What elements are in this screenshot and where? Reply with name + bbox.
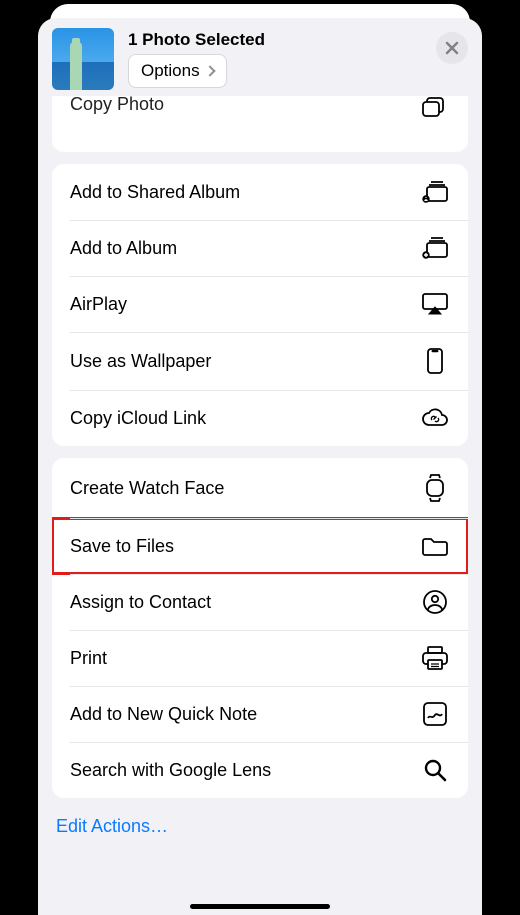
action-label: Assign to Contact <box>70 592 211 613</box>
quick-note-icon <box>420 702 450 726</box>
action-save-to-files[interactable]: Save to Files <box>52 518 468 574</box>
contact-icon <box>420 590 450 614</box>
action-label: Use as Wallpaper <box>70 351 211 372</box>
action-copy-photo[interactable]: Copy Photo <box>52 96 468 152</box>
action-add-album[interactable]: Add to Album <box>52 220 468 276</box>
chevron-right-icon <box>204 65 215 76</box>
edit-actions-label: Edit Actions… <box>56 816 168 836</box>
action-group-0: Copy Photo <box>52 96 468 152</box>
home-indicator[interactable] <box>190 904 330 909</box>
action-assign-to-contact[interactable]: Assign to Contact <box>52 574 468 630</box>
options-button[interactable]: Options <box>128 54 227 88</box>
selected-photo-thumbnail[interactable] <box>52 28 114 90</box>
action-label: Add to Album <box>70 238 177 259</box>
action-label: AirPlay <box>70 294 127 315</box>
options-label: Options <box>141 61 200 81</box>
shared-album-icon <box>420 180 450 204</box>
airplay-icon <box>420 293 450 315</box>
action-group-1: Add to Shared Album Add to Album AirPlay… <box>52 164 468 446</box>
copy-icon <box>420 97 450 119</box>
action-label: Create Watch Face <box>70 478 224 499</box>
action-label: Add to New Quick Note <box>70 704 257 725</box>
search-icon <box>420 758 450 782</box>
action-copy-icloud-link[interactable]: Copy iCloud Link <box>52 390 468 446</box>
edit-actions-link[interactable]: Edit Actions… <box>38 798 482 855</box>
action-add-shared-album[interactable]: Add to Shared Album <box>52 164 468 220</box>
action-print[interactable]: Print <box>52 630 468 686</box>
close-icon <box>445 41 459 55</box>
action-label: Copy Photo <box>70 96 164 115</box>
action-add-quick-note[interactable]: Add to New Quick Note <box>52 686 468 742</box>
header-text: 1 Photo Selected Options <box>114 28 436 88</box>
action-group-2: Create Watch Face Save to Files Assign t… <box>52 458 468 798</box>
share-header: 1 Photo Selected Options <box>38 18 482 100</box>
action-label: Copy iCloud Link <box>70 408 206 429</box>
selection-title: 1 Photo Selected <box>128 30 436 50</box>
action-label: Search with Google Lens <box>70 760 271 781</box>
action-use-as-wallpaper[interactable]: Use as Wallpaper <box>52 332 468 390</box>
phone-icon <box>420 348 450 374</box>
action-create-watch-face[interactable]: Create Watch Face <box>52 458 468 518</box>
close-button[interactable] <box>436 32 468 64</box>
action-google-lens[interactable]: Search with Google Lens <box>52 742 468 798</box>
action-airplay[interactable]: AirPlay <box>52 276 468 332</box>
action-label: Print <box>70 648 107 669</box>
add-album-icon <box>420 236 450 260</box>
share-sheet: 1 Photo Selected Options Copy Photo Ad <box>38 18 482 915</box>
action-label: Save to Files <box>70 536 174 557</box>
printer-icon <box>420 646 450 670</box>
watch-icon <box>420 474 450 502</box>
folder-icon <box>420 536 450 556</box>
action-label: Add to Shared Album <box>70 182 240 203</box>
icloud-link-icon <box>420 408 450 428</box>
